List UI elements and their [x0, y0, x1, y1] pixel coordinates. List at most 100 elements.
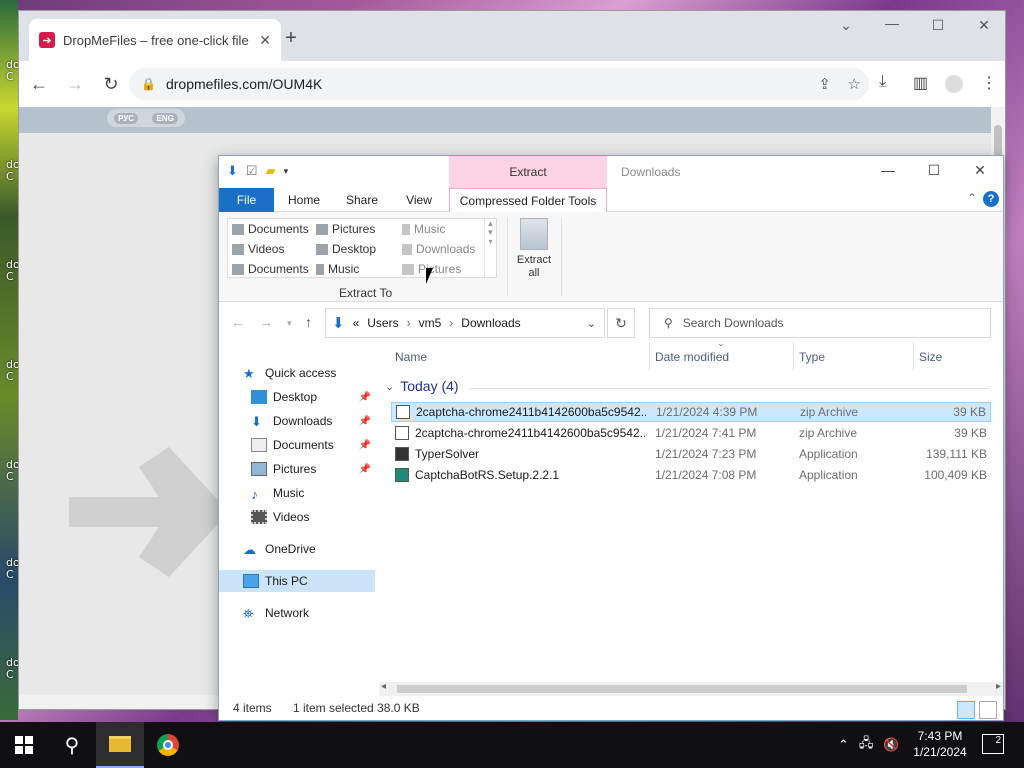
close-window-button[interactable]: ✕ — [969, 17, 999, 34]
file-row[interactable]: 2captcha-chrome2411b4142600ba5c9542... 1… — [391, 402, 991, 422]
chrome-taskbar-icon[interactable] — [144, 722, 192, 768]
bookmark-star-icon[interactable]: ☆ — [848, 75, 861, 93]
details-view-button[interactable] — [957, 701, 975, 719]
nav-documents[interactable]: Documents 📌 — [219, 434, 375, 456]
nav-videos[interactable]: Videos — [219, 506, 375, 528]
nav-this-pc[interactable]: This PC — [219, 570, 375, 592]
collapse-ribbon-icon[interactable]: ⌃ — [967, 191, 977, 205]
downloads-icon[interactable]: ⤓ — [879, 73, 886, 91]
explorer-maximize-button[interactable]: ☐ — [919, 162, 949, 179]
desktop-icon-label[interactable]: C — [6, 668, 14, 681]
explorer-address-bar[interactable]: ⬇ « Users › vm5 › Downloads ⌄ — [325, 308, 605, 338]
reload-button[interactable]: ↻ — [95, 68, 127, 100]
clock[interactable]: 7:43 PM 1/21/2024 — [900, 728, 980, 760]
gallery-item[interactable]: Desktop — [316, 242, 376, 256]
notification-center-icon[interactable]: 2 — [982, 734, 1004, 754]
share-icon[interactable]: ⇪ — [818, 75, 831, 93]
desktop-icon-label[interactable]: C — [6, 370, 14, 383]
tab-view[interactable]: View — [393, 188, 445, 212]
tab-compressed-folder-tools[interactable]: Compressed Folder Tools — [449, 188, 607, 213]
gallery-item[interactable]: Pictures — [316, 222, 375, 236]
url-text[interactable]: dropmefiles.com/OUM4K — [166, 76, 322, 92]
nav-music[interactable]: ♪ Music — [219, 482, 375, 504]
gallery-item[interactable]: Downloads — [402, 242, 475, 256]
side-panel-icon[interactable]: ▥ — [913, 73, 928, 93]
profile-avatar-icon[interactable] — [945, 75, 963, 93]
show-hidden-icons-icon[interactable]: ⌃ — [838, 737, 849, 753]
menu-kebab-icon[interactable]: ⋮ — [981, 73, 997, 93]
gallery-item[interactable]: Music — [316, 262, 359, 276]
column-header-name[interactable]: Name — [395, 350, 427, 364]
gallery-item[interactable]: Music — [402, 222, 445, 236]
explorer-close-button[interactable]: ✕ — [965, 162, 995, 179]
up-nav-icon[interactable]: ↑ — [305, 314, 312, 330]
start-button[interactable] — [0, 722, 48, 768]
nav-pictures[interactable]: Pictures 📌 — [219, 458, 375, 480]
column-header-size[interactable]: Size — [919, 350, 942, 364]
search-taskbar-icon[interactable]: ⚲ — [48, 722, 96, 768]
computer-icon — [243, 574, 259, 588]
lang-en[interactable]: ENG — [152, 112, 178, 124]
search-box[interactable]: ⚲ Search Downloads — [649, 308, 991, 338]
tab-file[interactable]: File — [219, 188, 274, 212]
minimize-button[interactable]: — — [877, 15, 907, 31]
help-icon[interactable]: ? — [983, 191, 999, 207]
volume-muted-icon[interactable]: 🔇 — [883, 737, 899, 753]
nav-quick-access[interactable]: ★ Quick access — [219, 362, 375, 384]
file-row[interactable]: TyperSolver 1/21/2024 7:23 PM Applicatio… — [391, 444, 991, 464]
nav-desktop[interactable]: Desktop 📌 — [219, 386, 375, 408]
column-header-type[interactable]: Type — [799, 350, 825, 364]
browser-tab[interactable]: ➔ DropMeFiles – free one-click file ✕ — [29, 19, 281, 61]
language-switcher[interactable]: РУС ENG — [107, 109, 185, 127]
column-header-date[interactable]: Date modified — [655, 350, 729, 364]
tab-share[interactable]: Share — [335, 188, 389, 212]
gallery-scroll[interactable]: ▲ ▼ ▾ — [484, 219, 496, 277]
nav-downloads[interactable]: ⬇ Downloads 📌 — [219, 410, 375, 432]
desktop-icon-label[interactable]: C — [6, 568, 14, 581]
network-tray-icon[interactable]: 🖧 — [859, 734, 874, 756]
page-horizontal-scrollbar[interactable] — [19, 695, 219, 709]
file-row[interactable]: 2captcha-chrome2411b4142600ba5c9542... 1… — [391, 423, 991, 443]
desktop-icon-label[interactable]: C — [6, 70, 14, 83]
nav-network[interactable]: ⛯ Network — [219, 602, 375, 624]
breadcrumb-vm5[interactable]: vm5 — [419, 316, 442, 330]
file-row[interactable]: CaptchaBotRS.Setup.2.2.1 1/21/2024 7:08 … — [391, 465, 991, 485]
breadcrumb-downloads[interactable]: Downloads — [461, 316, 520, 330]
music-icon — [402, 223, 410, 235]
breadcrumb-users[interactable]: Users — [367, 316, 398, 330]
gallery-item[interactable]: Documents — [232, 262, 309, 276]
file-list-horizontal-scrollbar[interactable]: ◂ ▸ — [379, 681, 1003, 696]
address-dropdown-icon[interactable]: ⌄ — [587, 317, 596, 330]
window-title: Downloads — [621, 165, 681, 179]
nav-onedrive[interactable]: ☁ OneDrive — [219, 538, 375, 560]
file-explorer-taskbar-icon[interactable] — [96, 722, 144, 768]
gallery-item[interactable]: Videos — [232, 242, 284, 256]
large-icons-view-button[interactable] — [979, 701, 997, 719]
customize-qat-icon[interactable]: ▾ — [284, 166, 289, 177]
maximize-button[interactable]: ☐ — [923, 17, 953, 34]
desktop-icon-label[interactable]: C — [6, 470, 14, 483]
breadcrumb-overflow[interactable]: « — [353, 316, 360, 330]
tab-home[interactable]: Home — [277, 188, 331, 212]
close-tab-icon[interactable]: ✕ — [259, 32, 271, 49]
zip-file-icon — [395, 426, 409, 440]
explorer-minimize-button[interactable]: — — [873, 162, 903, 178]
refresh-button[interactable]: ↻ — [607, 308, 635, 338]
extract-all-button[interactable]: Extract all — [515, 218, 553, 280]
lang-ru[interactable]: РУС — [114, 112, 139, 124]
forward-button[interactable]: → — [59, 68, 91, 100]
gallery-item[interactable]: Documents — [232, 222, 309, 236]
lock-icon[interactable]: 🔒 — [141, 77, 156, 91]
group-header[interactable]: ⌄ Today (4) — [385, 378, 989, 394]
desktop-icon-label[interactable]: C — [6, 170, 14, 183]
properties-icon[interactable]: ☑ — [246, 163, 258, 179]
recent-locations-icon[interactable]: ▾ — [287, 318, 292, 329]
tab-search-icon[interactable]: ⌄ — [831, 17, 861, 34]
back-nav-icon[interactable]: ← — [231, 314, 245, 330]
desktop-icon-label[interactable]: C — [6, 270, 14, 283]
forward-nav-icon[interactable]: → — [259, 314, 273, 330]
back-button[interactable]: ← — [23, 68, 55, 100]
address-bar[interactable]: 🔒 dropmefiles.com/OUM4K ⇪ ☆ — [129, 68, 869, 100]
new-folder-icon[interactable]: ▰ — [266, 163, 276, 179]
new-tab-button[interactable]: + — [279, 27, 303, 50]
